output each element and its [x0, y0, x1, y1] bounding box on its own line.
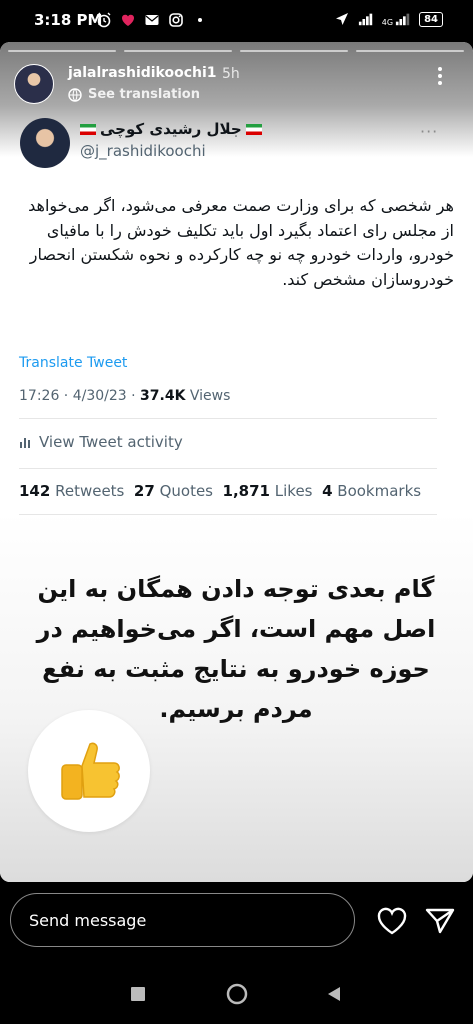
story-user-avatar[interactable] — [14, 64, 54, 104]
story-progress-segment — [240, 50, 348, 52]
divider — [19, 468, 437, 469]
tweet-handle: @j_rashidikoochi — [80, 142, 206, 160]
back-icon[interactable] — [326, 986, 342, 1002]
signal-icon — [358, 13, 373, 26]
story-progress-segment — [356, 50, 464, 52]
bar-chart-icon — [20, 438, 30, 448]
network-type: 4G — [382, 11, 411, 27]
story-progress-segment — [8, 50, 116, 52]
tweet-activity: View Tweet activity — [19, 433, 183, 451]
divider — [19, 514, 437, 515]
tweet-views-count: 37.4K — [140, 388, 186, 404]
tweet-views-label: Views — [189, 388, 231, 404]
bookmarks-label: Bookmarks — [337, 482, 422, 500]
story-username[interactable]: jalalrashidikoochi1 — [68, 65, 217, 81]
translate-icon — [68, 87, 82, 102]
notification-icons — [96, 12, 202, 28]
quotes-label: Quotes — [159, 482, 213, 500]
story-view[interactable]: jalalrashidikoochi1 5h See translation ج… — [0, 42, 473, 882]
instagram-icon — [169, 13, 183, 27]
network-label: 4G — [381, 18, 394, 27]
alarm-icon — [97, 12, 111, 28]
thumbs-up-sticker — [28, 710, 150, 832]
heart-icon[interactable] — [376, 906, 408, 936]
more-notifications-dot-icon — [198, 18, 202, 22]
retweets-count: 142 — [19, 482, 51, 500]
signal-2-icon — [395, 13, 410, 26]
navigation-bar — [0, 964, 473, 1024]
send-message-input[interactable] — [27, 906, 331, 934]
story-progress-segment — [124, 50, 232, 52]
likes-label: Likes — [274, 482, 313, 500]
location-icon — [335, 13, 348, 25]
divider — [19, 418, 437, 419]
tweet-display-name-text: جلال رشیدی کوچی — [100, 120, 242, 138]
status-bar: 3:18 PM 4G 84 — [0, 0, 473, 42]
battery-level: 84 — [419, 11, 443, 27]
tweet-author-avatar — [20, 118, 70, 168]
tweet-more-icon: ··· — [420, 122, 439, 141]
translate-tweet-link: Translate Tweet — [19, 355, 128, 371]
tweet-activity-label: View Tweet activity — [39, 433, 183, 451]
system-icons: 4G 84 — [334, 11, 443, 27]
story-posted-ago: 5h — [222, 66, 240, 82]
tweet-stats: 142 Retweets 27 Quotes 1,871 Likes 4 Boo… — [19, 482, 421, 500]
see-translation-button[interactable]: See translation — [68, 87, 200, 102]
send-message-box[interactable] — [10, 893, 355, 947]
thumbs-up-icon — [61, 742, 120, 800]
retweets-label: Retweets — [55, 482, 125, 500]
tweet-timestamp: 17:26 · 4/30/23 · — [19, 388, 136, 404]
bookmarks-count: 4 — [322, 482, 333, 500]
likes-count: 1,871 — [222, 482, 270, 500]
tweet-text: هر شخصی که برای وزارت صمت معرفی می‌شود، … — [28, 196, 454, 289]
story-caption: گام بعدی توجه دادن همگان به این اصل مهم … — [36, 575, 436, 723]
mail-icon — [145, 15, 159, 25]
iran-flag-icon — [80, 123, 96, 135]
recent-apps-icon[interactable] — [130, 986, 146, 1002]
quotes-count: 27 — [133, 482, 155, 500]
iran-flag-icon — [245, 123, 262, 135]
send-icon[interactable] — [424, 906, 456, 936]
tweet-display-name: جلال رشیدی کوچی — [80, 120, 262, 138]
story-more-options-icon[interactable] — [438, 67, 444, 89]
see-translation-label: See translation — [88, 87, 200, 102]
status-time: 3:18 PM — [34, 11, 103, 29]
home-icon[interactable] — [226, 983, 248, 1005]
tweet-meta: 17:26 · 4/30/23 · 37.4K Views — [19, 388, 230, 404]
heart-notification-icon — [121, 14, 135, 26]
